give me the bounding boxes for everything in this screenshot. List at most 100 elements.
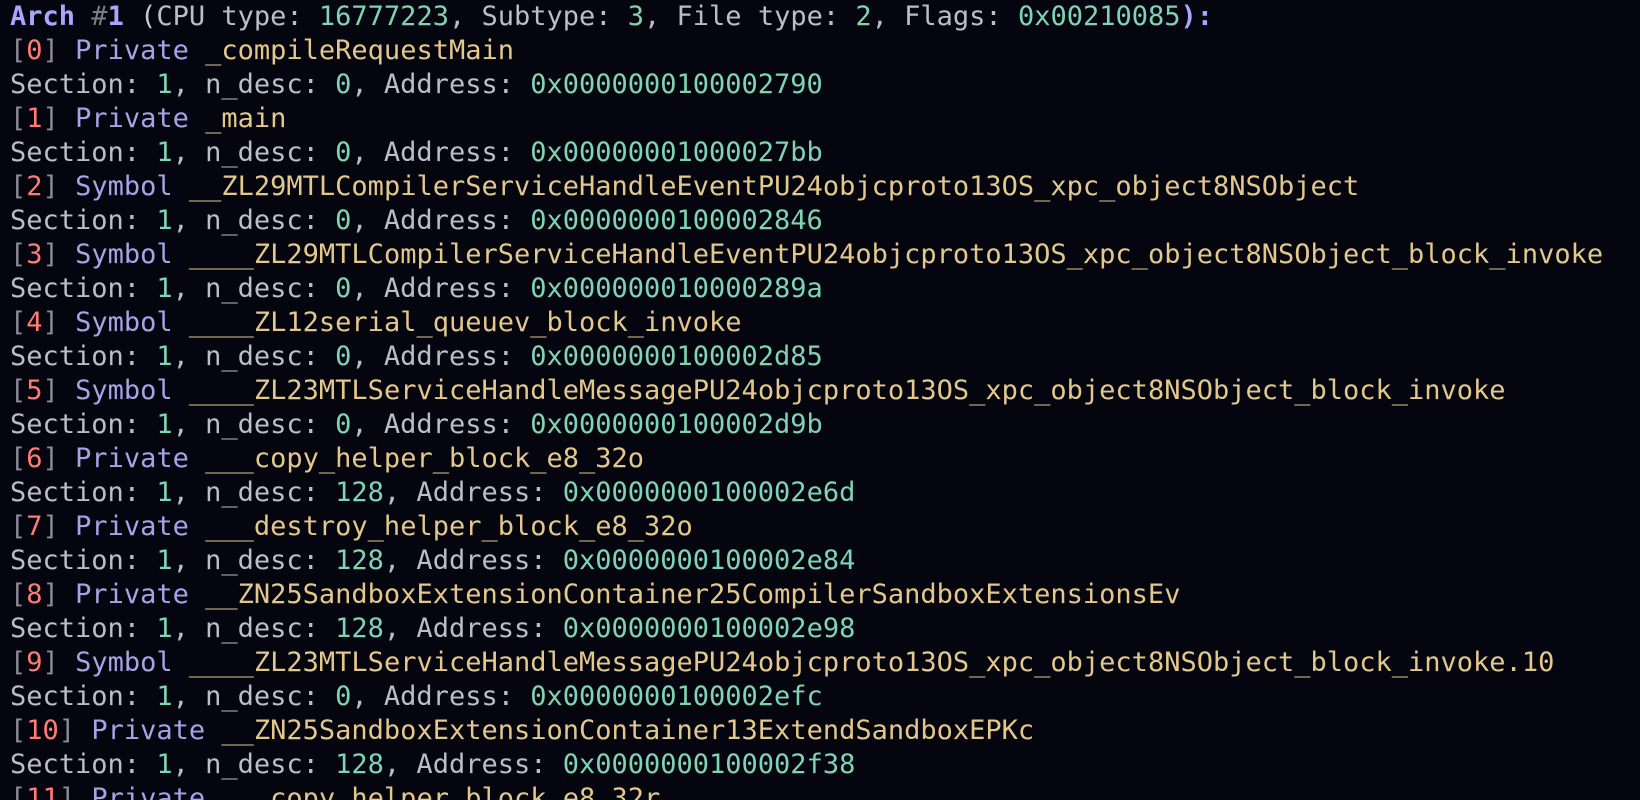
entry-close-bracket: ] bbox=[42, 579, 59, 610]
section-value: 1 bbox=[156, 545, 173, 576]
entry-kind: Private bbox=[75, 579, 189, 610]
symbol-entry-line: [8] Private __ZN25SandboxExtensionContai… bbox=[10, 578, 1640, 612]
section-label: Section: bbox=[10, 613, 157, 644]
symbol-entry-line: [11] Private ___copy_helper_block_e8_32r bbox=[10, 782, 1640, 800]
file-type-value: 2 bbox=[855, 1, 872, 32]
n-desc-label: , n_desc: bbox=[172, 273, 336, 304]
symbol-entry-list: [0] Private _compileRequestMain Section: … bbox=[10, 34, 1640, 800]
n-desc-value: 0 bbox=[335, 137, 352, 168]
address-value: 0x0000000100002846 bbox=[530, 205, 823, 236]
n-desc-value: 128 bbox=[335, 477, 384, 508]
entry-symbol: ____ZL12serial_queuev_block_invoke bbox=[188, 307, 742, 338]
n-desc-value: 0 bbox=[335, 205, 352, 236]
address-label: , Address: bbox=[351, 69, 531, 100]
arch-index: 1 bbox=[107, 1, 124, 32]
n-desc-label: , n_desc: bbox=[172, 613, 336, 644]
entry-kind: Private bbox=[75, 103, 189, 134]
entry-symbol: ____ZL29MTLCompilerServiceHandleEventPU2… bbox=[188, 239, 1604, 270]
entry-kind: Private bbox=[75, 35, 189, 66]
entry-open-bracket: [ bbox=[10, 103, 27, 134]
terminal-output[interactable]: Arch #1 (CPU type: 16777223, Subtype: 3,… bbox=[0, 0, 1640, 800]
n-desc-label: , n_desc: bbox=[172, 477, 336, 508]
arch-close: ): bbox=[1180, 1, 1214, 32]
entry-close-bracket: ] bbox=[42, 239, 59, 270]
entry-open-bracket: [ bbox=[10, 579, 27, 610]
file-type-label: , File type: bbox=[644, 1, 856, 32]
entry-index: 4 bbox=[26, 307, 43, 338]
entry-close-bracket: ] bbox=[42, 375, 59, 406]
n-desc-label: , n_desc: bbox=[172, 681, 336, 712]
section-value: 1 bbox=[156, 477, 173, 508]
symbol-detail-line: Section: 1, n_desc: 0, Address: 0x000000… bbox=[10, 204, 1640, 238]
section-value: 1 bbox=[156, 273, 173, 304]
arch-keyword: Arch bbox=[10, 1, 76, 32]
symbol-entry-line: [5] Symbol ____ZL23MTLServiceHandleMessa… bbox=[10, 374, 1640, 408]
entry-close-bracket: ] bbox=[58, 715, 76, 746]
entry-close-bracket: ] bbox=[42, 647, 59, 678]
n-desc-label: , n_desc: bbox=[172, 69, 336, 100]
entry-index: 0 bbox=[26, 35, 43, 66]
entry-index: 10 bbox=[26, 715, 59, 746]
n-desc-value: 0 bbox=[335, 409, 352, 440]
entry-index: 3 bbox=[26, 239, 43, 270]
section-value: 1 bbox=[156, 613, 173, 644]
entry-close-bracket: ] bbox=[42, 307, 59, 338]
entry-open-bracket: [ bbox=[10, 443, 27, 474]
entry-kind: Private bbox=[91, 783, 206, 800]
n-desc-value: 128 bbox=[335, 545, 384, 576]
entry-kind: Symbol bbox=[75, 647, 173, 678]
entry-close-bracket: ] bbox=[42, 511, 59, 542]
section-label: Section: bbox=[10, 749, 157, 780]
section-label: Section: bbox=[10, 205, 157, 236]
entry-kind: Symbol bbox=[75, 375, 173, 406]
section-value: 1 bbox=[156, 137, 173, 168]
entry-symbol: ___destroy_helper_block_e8_32o bbox=[205, 511, 693, 542]
symbol-entry-line: [2] Symbol __ZL29MTLCompilerServiceHandl… bbox=[10, 170, 1640, 204]
entry-symbol: __ZN25SandboxExtensionContainer25Compile… bbox=[205, 579, 1181, 610]
entry-open-bracket: [ bbox=[10, 511, 27, 542]
entry-kind: Symbol bbox=[75, 307, 173, 338]
address-label: , Address: bbox=[351, 273, 531, 304]
symbol-detail-line: Section: 1, n_desc: 0, Address: 0x000000… bbox=[10, 680, 1640, 714]
section-label: Section: bbox=[10, 273, 157, 304]
section-label: Section: bbox=[10, 477, 157, 508]
section-label: Section: bbox=[10, 681, 157, 712]
address-value: 0x0000000100002790 bbox=[530, 69, 823, 100]
address-value: 0x0000000100002e98 bbox=[562, 613, 856, 644]
address-label: , Address: bbox=[383, 749, 563, 780]
section-value: 1 bbox=[156, 341, 173, 372]
n-desc-value: 0 bbox=[335, 69, 352, 100]
address-value: 0x0000000100002efc bbox=[530, 681, 823, 712]
address-label: , Address: bbox=[383, 613, 563, 644]
symbol-detail-line: Section: 1, n_desc: 0, Address: 0x000000… bbox=[10, 408, 1640, 442]
entry-close-bracket: ] bbox=[42, 443, 59, 474]
entry-open-bracket: [ bbox=[10, 307, 27, 338]
symbol-entry-line: [7] Private ___destroy_helper_block_e8_3… bbox=[10, 510, 1640, 544]
address-label: , Address: bbox=[351, 409, 531, 440]
address-value: 0x0000000100002d85 bbox=[530, 341, 823, 372]
entry-kind: Private bbox=[75, 511, 189, 542]
entry-index: 8 bbox=[26, 579, 43, 610]
n-desc-value: 0 bbox=[335, 681, 352, 712]
section-value: 1 bbox=[156, 749, 173, 780]
symbol-detail-line: Section: 1, n_desc: 0, Address: 0x000000… bbox=[10, 68, 1640, 102]
entry-open-bracket: [ bbox=[10, 647, 27, 678]
symbol-detail-line: Section: 1, n_desc: 128, Address: 0x0000… bbox=[10, 476, 1640, 510]
entry-index: 9 bbox=[26, 647, 43, 678]
address-label: , Address: bbox=[351, 205, 531, 236]
flags-label: , Flags: bbox=[871, 1, 1018, 32]
n-desc-label: , n_desc: bbox=[172, 205, 336, 236]
section-label: Section: bbox=[10, 341, 157, 372]
arch-hash: # bbox=[91, 1, 108, 32]
symbol-entry-line: [6] Private ___copy_helper_block_e8_32o bbox=[10, 442, 1640, 476]
address-label: , Address: bbox=[351, 341, 531, 372]
symbol-entry-line: [4] Symbol ____ZL12serial_queuev_block_i… bbox=[10, 306, 1640, 340]
n-desc-label: , n_desc: bbox=[172, 545, 336, 576]
entry-symbol: __ZL29MTLCompilerServiceHandleEventPU24o… bbox=[188, 171, 1360, 202]
entry-kind: Symbol bbox=[75, 239, 173, 270]
entry-close-bracket: ] bbox=[42, 103, 59, 134]
entry-open-bracket: [ bbox=[10, 171, 27, 202]
entry-index: 6 bbox=[26, 443, 43, 474]
entry-symbol: _compileRequestMain bbox=[205, 35, 514, 66]
symbol-detail-line: Section: 1, n_desc: 128, Address: 0x0000… bbox=[10, 748, 1640, 782]
